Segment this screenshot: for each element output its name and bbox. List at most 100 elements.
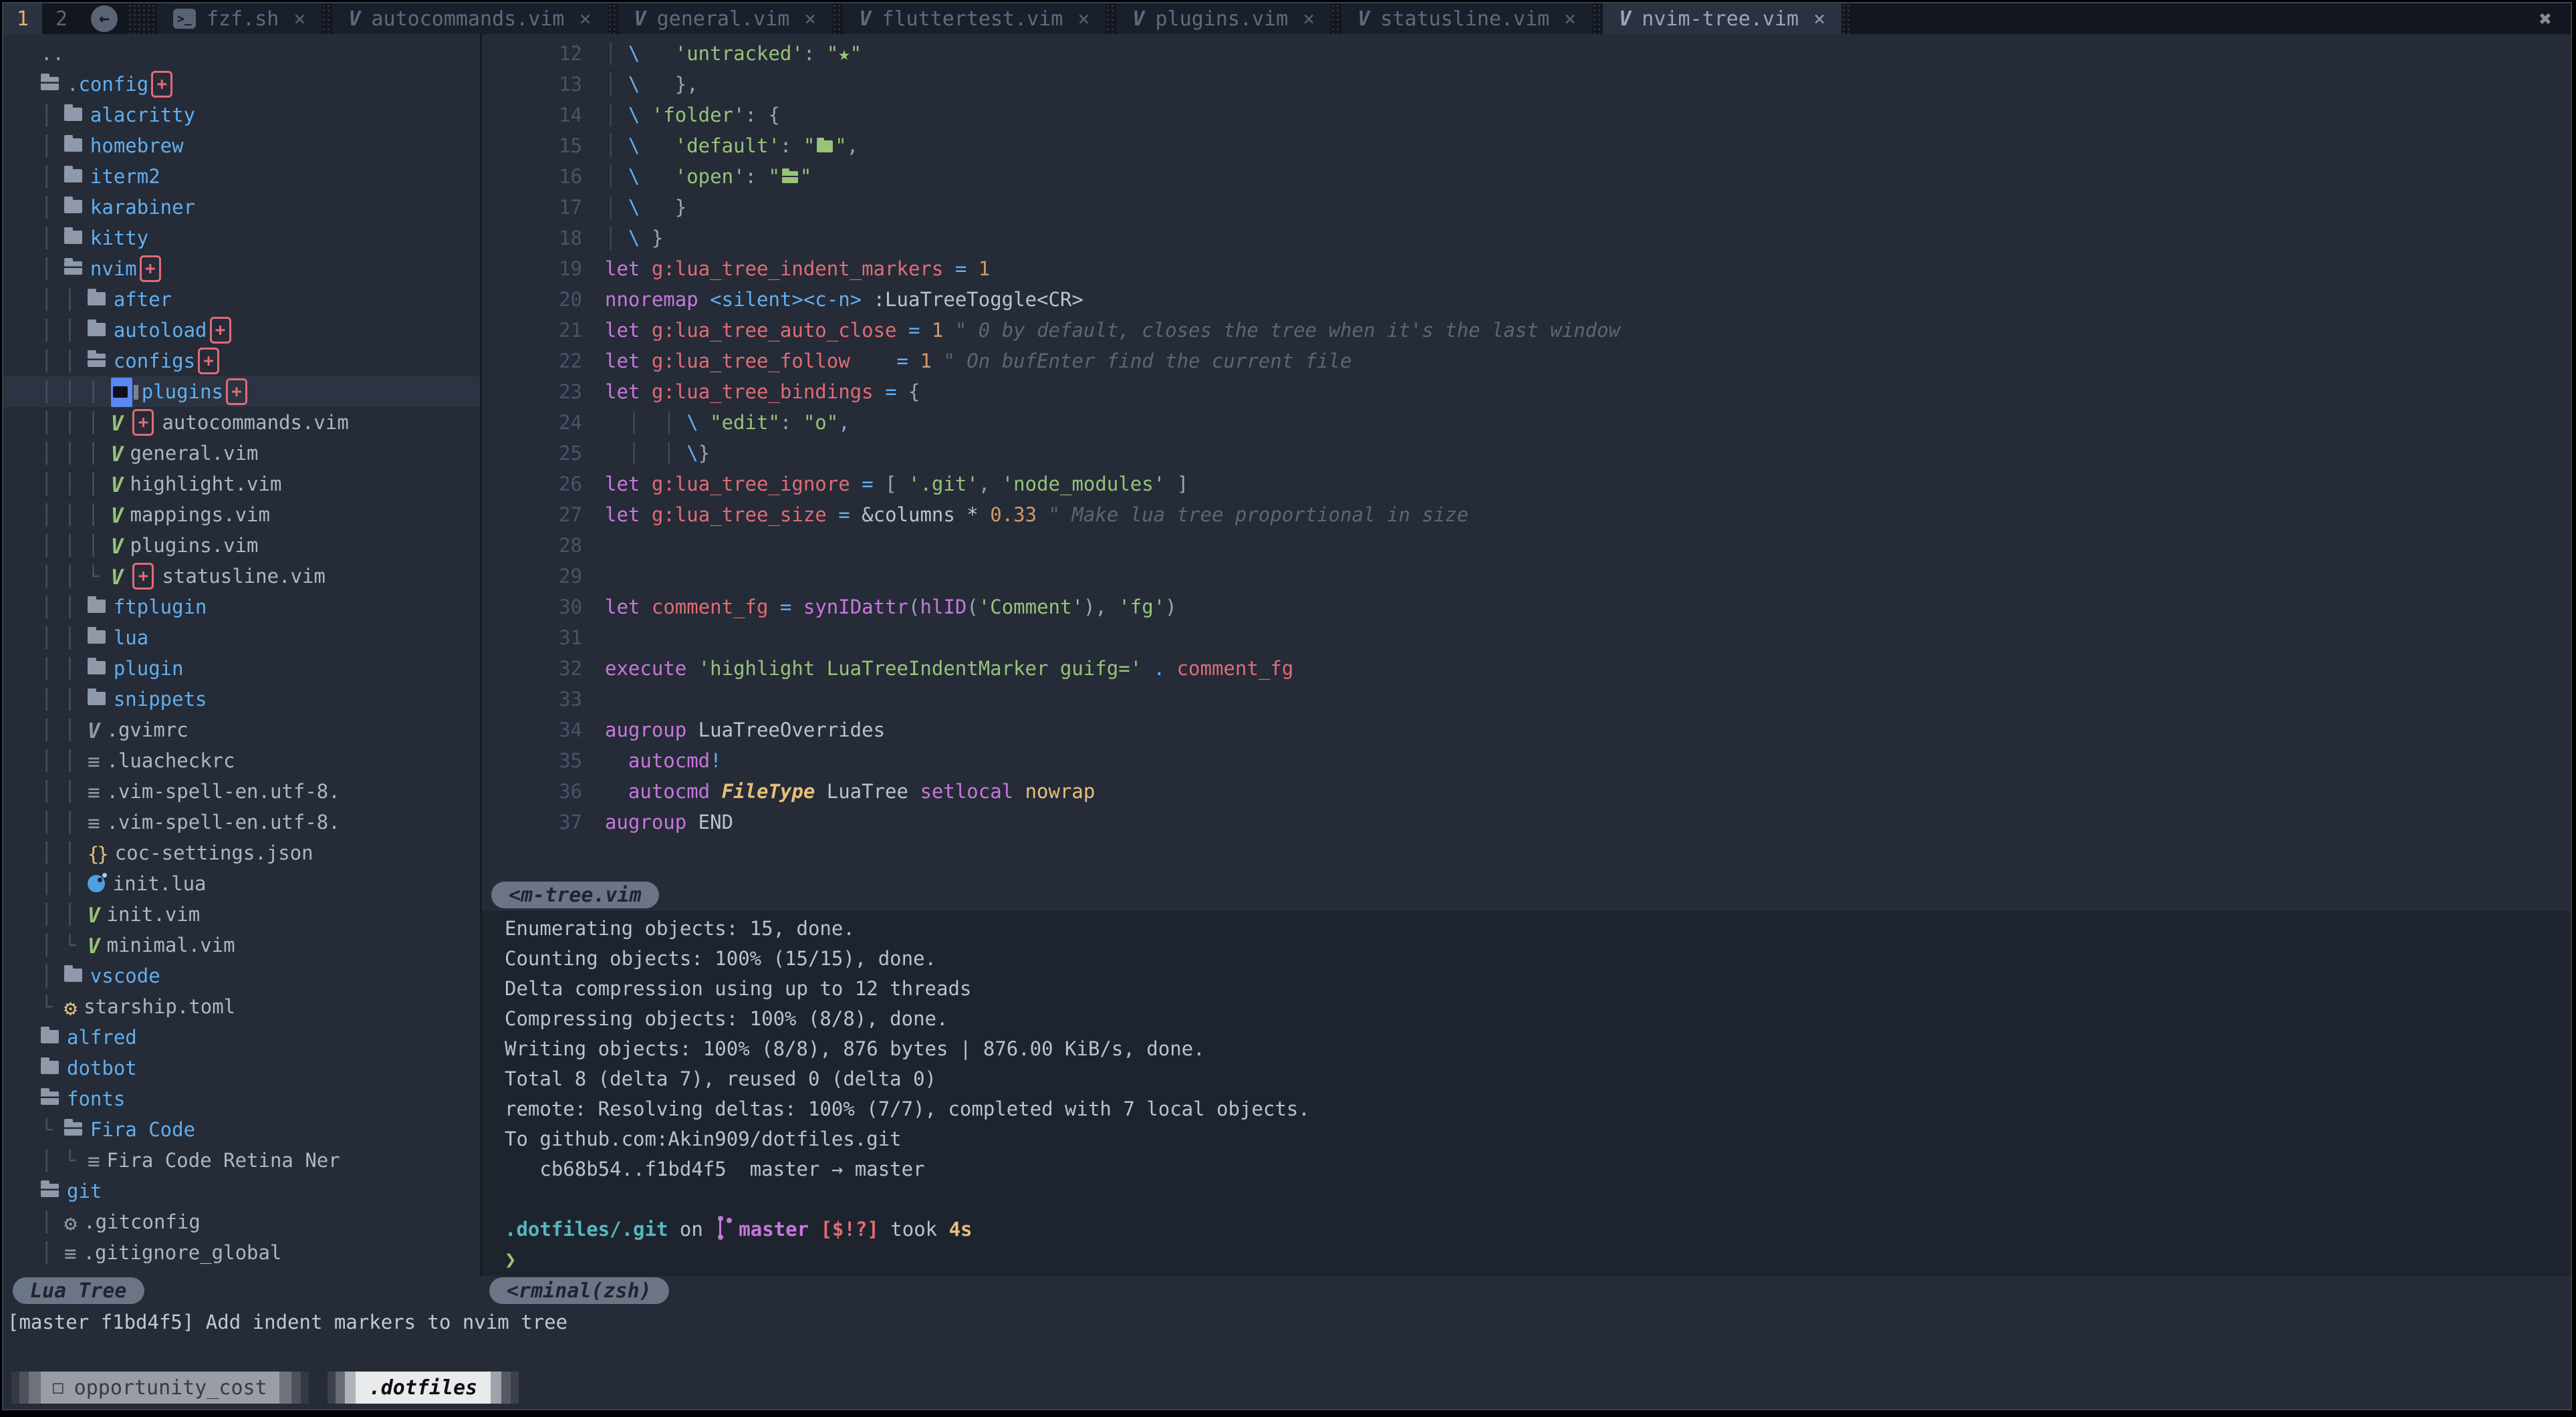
tab-separator bbox=[321, 3, 332, 34]
tree-row[interactable]: alfred bbox=[3, 1022, 480, 1053]
editor-line[interactable]: 26let g:lua_tree_ignore = [ '.git', 'nod… bbox=[482, 469, 2571, 499]
tree-row[interactable]: │ alacritty bbox=[3, 100, 480, 130]
tree-row[interactable]: │ │ └ statusline.vim bbox=[3, 561, 480, 592]
line-number: 25 bbox=[482, 438, 582, 469]
tree-label: Fira Code Retina Ner bbox=[107, 1149, 340, 1172]
tree-row[interactable]: │ homebrew bbox=[3, 130, 480, 161]
editor-line[interactable]: 33 bbox=[482, 684, 2571, 715]
tree-label: highlight.vim bbox=[130, 473, 281, 495]
tree-row[interactable]: │ │ plugin bbox=[3, 653, 480, 684]
tree-row[interactable]: │ │ │ mappings.vim bbox=[3, 499, 480, 530]
tree-label: starship.toml bbox=[84, 995, 235, 1018]
tree-row[interactable]: │ │ init.lua bbox=[3, 868, 480, 899]
tree-row[interactable]: │ karabiner bbox=[3, 192, 480, 223]
close-all-icon[interactable]: ✖ bbox=[2539, 3, 2552, 34]
tree-row[interactable]: │ .gitconfig bbox=[3, 1206, 480, 1237]
editor-line[interactable]: 15│ \ 'default': "", bbox=[482, 130, 2571, 161]
tree-row[interactable]: │ │ │ highlight.vim bbox=[3, 469, 480, 499]
tree-row[interactable]: │ nvim bbox=[3, 253, 480, 284]
editor-line[interactable]: 24 │ │ \ "edit": "o", bbox=[482, 407, 2571, 438]
tree-row[interactable]: │ │ │ plugins bbox=[3, 376, 480, 407]
editor-line[interactable]: 31 bbox=[482, 622, 2571, 653]
tab-statusline.vim[interactable]: statusline.vim× bbox=[1341, 3, 1592, 34]
tree-row[interactable]: │ │ ftplugin bbox=[3, 592, 480, 622]
tree-row[interactable]: └ Fira Code bbox=[3, 1114, 480, 1145]
tab-close-icon[interactable]: × bbox=[579, 7, 591, 31]
editor-line[interactable]: 19let g:lua_tree_indent_markers = 1 bbox=[482, 253, 2571, 284]
tab-close-icon[interactable]: × bbox=[293, 7, 305, 31]
tree-row[interactable]: │ └ minimal.vim bbox=[3, 930, 480, 960]
tab-plugins.vim[interactable]: plugins.vim× bbox=[1116, 3, 1331, 34]
tab-general.vim[interactable]: general.vim× bbox=[618, 3, 833, 34]
tab-close-icon[interactable]: × bbox=[804, 7, 816, 31]
git-plus-icon bbox=[226, 378, 247, 405]
editor-line[interactable]: 21let g:lua_tree_auto_close = 1 " 0 by d… bbox=[482, 315, 2571, 346]
editor-line[interactable]: 22let g:lua_tree_follow = 1 " On bufEnte… bbox=[482, 346, 2571, 376]
file-tree[interactable]: ...config│ alacritty│ homebrew│ iterm2│ … bbox=[3, 34, 482, 1276]
tree-label: minimal.vim bbox=[107, 934, 235, 956]
editor-line[interactable]: 23let g:lua_tree_bindings = { bbox=[482, 376, 2571, 407]
tab-autocommands.vim[interactable]: autocommands.vim× bbox=[332, 3, 607, 34]
editor-line[interactable]: 27let g:lua_tree_size = &columns * 0.33 … bbox=[482, 499, 2571, 530]
tree-row[interactable]: │ └ Fira Code Retina Ner bbox=[3, 1145, 480, 1176]
editor-line[interactable]: 12│ \ 'untracked': "★" bbox=[482, 38, 2571, 69]
editor-line[interactable]: 25 │ │ \} bbox=[482, 438, 2571, 469]
tree-row[interactable]: │ │ .luacheckrc bbox=[3, 745, 480, 776]
editor-line[interactable]: 14│ \ 'folder': { bbox=[482, 100, 2571, 130]
tab-close-icon[interactable]: × bbox=[1303, 7, 1315, 31]
tree-row[interactable]: │ │ │ autocommands.vim bbox=[3, 407, 480, 438]
tree-indent-guides: │ │ │ bbox=[41, 503, 111, 526]
tree-row[interactable]: │ .gitignore_global bbox=[3, 1237, 480, 1268]
tree-row[interactable]: │ │ │ plugins.vim bbox=[3, 530, 480, 561]
editor-line[interactable]: 13│ \ }, bbox=[482, 69, 2571, 100]
editor-line[interactable]: 18│ \ } bbox=[482, 223, 2571, 253]
editor-buffer[interactable]: 12│ \ 'untracked': "★"13│ \ },14│ \ 'fol… bbox=[482, 34, 2571, 879]
tab-fzf.sh[interactable]: fzf.sh× bbox=[157, 3, 321, 34]
terminal-statusline-pill: <rminal(zsh) bbox=[489, 1277, 669, 1304]
tree-row[interactable]: .config bbox=[3, 69, 480, 100]
history-button[interactable]: ← bbox=[81, 3, 128, 34]
editor-line[interactable]: 17│ \ } bbox=[482, 192, 2571, 223]
editor-line[interactable]: 35 autocmd! bbox=[482, 745, 2571, 776]
tree-row[interactable]: │ iterm2 bbox=[3, 161, 480, 192]
editor-line[interactable]: 28 bbox=[482, 530, 2571, 561]
tree-row[interactable]: │ │ │ general.vim bbox=[3, 438, 480, 469]
tmux-window-.dotfiles[interactable]: .dotfiles bbox=[328, 1372, 519, 1404]
tree-row[interactable]: │ │ coc-settings.json bbox=[3, 838, 480, 868]
tree-row[interactable]: │ │ .vim-spell-en.utf-8. bbox=[3, 776, 480, 807]
tree-row[interactable]: │ vscode bbox=[3, 960, 480, 991]
folder-icon bbox=[64, 969, 82, 982]
editor-line[interactable]: 34augroup LuaTreeOverrides bbox=[482, 715, 2571, 745]
editor-line[interactable]: 30let comment_fg = synIDattr(hlID('Comme… bbox=[482, 592, 2571, 622]
tree-row[interactable]: │ kitty bbox=[3, 223, 480, 253]
tree-row[interactable]: │ │ .gvimrc bbox=[3, 715, 480, 745]
editor-line[interactable]: 16│ \ 'open': "" bbox=[482, 161, 2571, 192]
tree-row[interactable]: │ │ autoload bbox=[3, 315, 480, 346]
terminal-pane[interactable]: Enumerating objects: 15, done.Counting o… bbox=[482, 911, 2571, 1276]
tab-close-icon[interactable]: × bbox=[1077, 7, 1089, 31]
editor-line[interactable]: 37augroup END bbox=[482, 807, 2571, 838]
editor-line[interactable]: 36 autocmd FileType LuaTree setlocal now… bbox=[482, 776, 2571, 807]
editor-line[interactable]: 32execute 'highlight LuaTreeIndentMarker… bbox=[482, 653, 2571, 684]
tab-close-icon[interactable]: × bbox=[1564, 7, 1576, 31]
tree-row[interactable]: │ │ after bbox=[3, 284, 480, 315]
tree-indent-guides: │ │ bbox=[41, 350, 88, 372]
tab-nvim-tree.vim[interactable]: nvim-tree.vim× bbox=[1603, 3, 1841, 34]
tree-row[interactable]: git bbox=[3, 1176, 480, 1206]
tree-row[interactable]: │ │ .vim-spell-en.utf-8. bbox=[3, 807, 480, 838]
tmux-window-opportunity_cost[interactable]: □opportunity_cost bbox=[11, 1372, 309, 1404]
tabpage-number[interactable]: 1 bbox=[3, 3, 42, 34]
tab-close-icon[interactable]: × bbox=[1813, 7, 1825, 31]
editor-line[interactable]: 20nnoremap <silent><c-n> :LuaTreeToggle<… bbox=[482, 284, 2571, 315]
tab-fluttertest.vim[interactable]: fluttertest.vim× bbox=[843, 3, 1106, 34]
tree-row[interactable]: dotbot bbox=[3, 1053, 480, 1083]
tree-row[interactable]: fonts bbox=[3, 1083, 480, 1114]
tree-row[interactable]: │ │ snippets bbox=[3, 684, 480, 715]
tree-row[interactable]: .. bbox=[3, 38, 480, 69]
tree-row[interactable]: │ │ lua bbox=[3, 622, 480, 653]
tree-row[interactable]: │ │ init.vim bbox=[3, 899, 480, 930]
tree-row[interactable]: │ │ configs bbox=[3, 346, 480, 376]
tabpage-number[interactable]: 2 bbox=[42, 3, 81, 34]
editor-line[interactable]: 29 bbox=[482, 561, 2571, 592]
tree-row[interactable]: └ starship.toml bbox=[3, 991, 480, 1022]
